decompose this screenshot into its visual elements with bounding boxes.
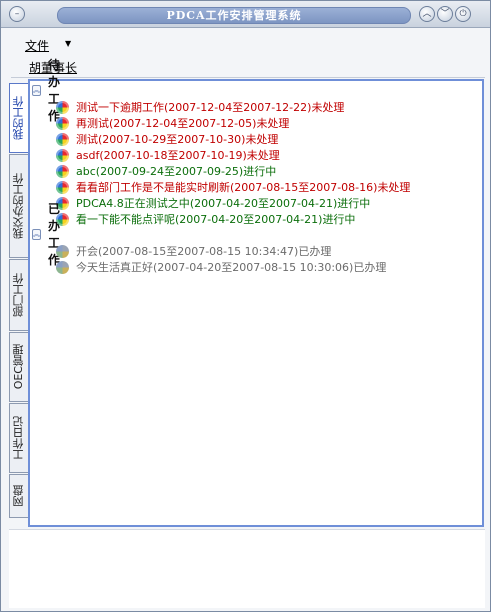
task-row[interactable]: 测试一下逾期工作 (2007-12-04至2007-12-22) 未处理 [56, 99, 344, 115]
group-header[interactable]: ︽ 已办工作 [32, 202, 62, 267]
tab-work-diary[interactable]: 工作日记 [9, 403, 28, 473]
task-status: 未处理 [245, 133, 279, 146]
task-row[interactable]: abc (2007-09-24至2007-09-25) 进行中 [56, 163, 276, 179]
task-row[interactable]: PDCA4.8正在测试之中 (2007-04-20至2007-04-21) 进行中 [56, 195, 370, 211]
task-date-range: (2007-08-15至2007-08-16) [230, 181, 378, 194]
tab-network-disk[interactable]: 网盘 [9, 474, 28, 518]
task-name: asdf [76, 148, 100, 162]
file-menu[interactable]: 文件 [25, 37, 49, 54]
menu-bar: 文件 ▼ [11, 35, 485, 55]
task-status: 已办理 [353, 261, 387, 274]
task-row[interactable]: 测试 (2007-10-29至2007-10-30) 未处理 [56, 131, 278, 147]
task-name: 测试一下逾期工作 [76, 101, 164, 114]
task-name: 看一下能不能点评呢 [76, 213, 175, 226]
task-row[interactable]: asdf (2007-10-18至2007-10-19) 未处理 [56, 147, 280, 163]
task-name: 开会 [76, 245, 98, 258]
tab-my-work[interactable]: 我的工作 [9, 83, 28, 153]
task-status: 未处理 [246, 149, 280, 162]
task-status: 进行中 [243, 165, 277, 178]
task-pending-icon [56, 180, 69, 194]
task-row[interactable]: 看一下能不能点评呢 (2007-04-20至2007-04-21) 进行中 [56, 211, 355, 227]
tab-oec-management[interactable]: OEC管理 [9, 332, 28, 402]
task-pending-icon [56, 116, 69, 130]
task-name: 今天生活真正好 [76, 261, 153, 274]
task-status: 进行中 [337, 197, 371, 210]
task-pending-icon [56, 164, 69, 178]
app-window: – PDCA工作安排管理系统 ︿ ﹀ ⏻ 文件 ▼ 胡董事长 我的工作 我交办的… [0, 0, 491, 612]
task-pending-icon [56, 132, 69, 146]
window-title: PDCA工作安排管理系统 [57, 7, 411, 24]
tab-label: 我交办的工作 [12, 173, 25, 239]
tab-label: OEC管理 [12, 344, 25, 390]
tab-label: 部门工作 [12, 273, 25, 317]
restore-icon[interactable]: ﹀ [437, 6, 453, 22]
task-status: 未处理 [256, 117, 290, 130]
task-pending-icon [56, 100, 69, 114]
task-date-range: (2007-10-29至2007-10-30) [98, 133, 246, 146]
tab-assigned-work[interactable]: 我交办的工作 [9, 154, 28, 258]
task-done-icon [56, 260, 69, 274]
tab-department-work[interactable]: 部门工作 [9, 259, 28, 331]
close-icon[interactable]: ⏻ [455, 6, 471, 22]
task-done-icon [56, 244, 69, 258]
system-menu-icon[interactable]: – [9, 6, 25, 22]
task-date-range: (2007-04-20至2007-04-21) [189, 197, 338, 210]
task-row[interactable]: 今天生活真正好 (2007-04-20至2007-08-15 10:30:06) 已… [56, 259, 386, 275]
work-tree-panel: ︽ 待办工作 测试一下逾期工作 (2007-12-04至2007-12-22) 未处… [28, 58, 484, 527]
task-status: 已办理 [298, 245, 332, 258]
task-date-range: (2007-12-04至2007-12-05) [109, 117, 257, 130]
task-name: 测试 [76, 133, 98, 146]
collapse-icon[interactable]: ︽ [32, 84, 41, 96]
task-status: 未处理 [377, 181, 411, 194]
chevron-down-icon[interactable]: ▼ [65, 39, 71, 48]
group-header[interactable]: ︽ 待办工作 [32, 58, 62, 123]
tab-label: 我的工作 [12, 96, 25, 140]
task-date-range: (2007-12-04至2007-12-22) [164, 101, 312, 114]
tab-label: 工作日记 [12, 416, 25, 460]
title-bar[interactable]: – PDCA工作安排管理系统 ︿ ﹀ ⏻ [1, 1, 490, 28]
tab-label: 网盘 [12, 485, 25, 507]
task-row[interactable]: 开会 (2007-08-15至2007-08-15 10:34:47) 已办理 [56, 243, 331, 259]
task-date-range: (2007-04-20至2007-08-15 10:30:06) [153, 261, 354, 274]
user-bar: 胡董事长 [11, 57, 485, 78]
task-date-range: (2007-09-24至2007-09-25) [95, 165, 244, 178]
task-name: PDCA4.8正在测试之中 [76, 197, 190, 210]
task-row[interactable]: 看看部门工作是不是能实时刷新 (2007-08-15至2007-08-16) 未处理 [56, 179, 410, 195]
collapse-icon[interactable]: ︽ [32, 228, 41, 240]
task-date-range: (2007-04-20至2007-04-21) [175, 213, 323, 226]
task-date-range: (2007-10-18至2007-10-19) [99, 149, 247, 162]
task-name: 再测试 [76, 117, 109, 130]
task-row[interactable]: 再测试 (2007-12-04至2007-12-05) 未处理 [56, 115, 289, 131]
task-name: abc [76, 164, 96, 178]
bottom-blank-area [9, 529, 485, 608]
task-pending-icon [56, 148, 69, 162]
minimize-icon[interactable]: ︿ [419, 6, 435, 22]
task-date-range: (2007-08-15至2007-08-15 10:34:47) [98, 245, 299, 258]
vertical-tab-strip: 我的工作 我交办的工作 部门工作 OEC管理 工作日记 网盘 [9, 83, 29, 519]
task-status: 进行中 [322, 213, 356, 226]
task-status: 未处理 [311, 101, 345, 114]
task-name: 看看部门工作是不是能实时刷新 [76, 181, 230, 194]
